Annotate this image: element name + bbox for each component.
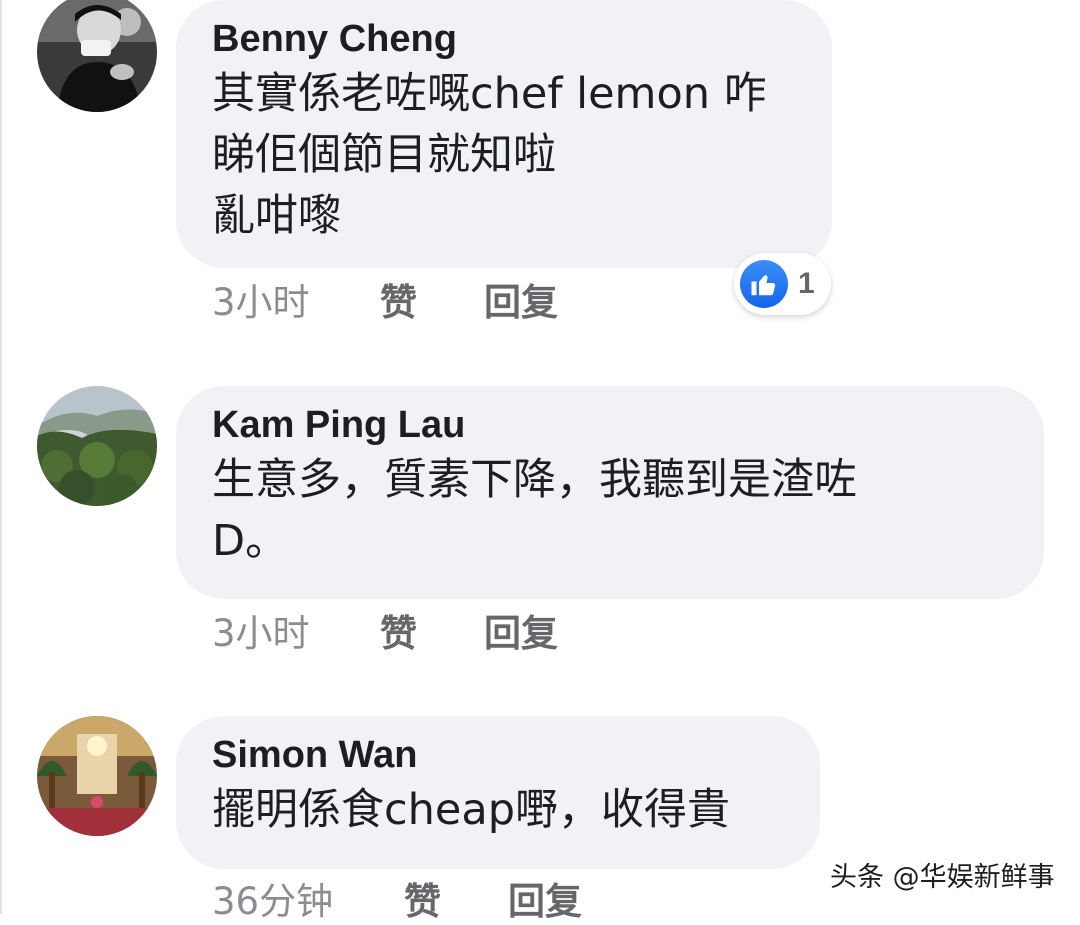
- comment-bubble: Kam Ping Lau 生意多，質素下降，我聽到是渣咗 D。: [176, 386, 1044, 599]
- comment-author[interactable]: Simon Wan: [212, 730, 782, 780]
- like-button[interactable]: 赞: [380, 603, 484, 657]
- like-button[interactable]: 赞: [404, 871, 508, 925]
- comment-bubble: Simon Wan 擺明係食cheap嘢，收得貴: [176, 716, 820, 869]
- comment-actions: 36分钟 赞 回复: [212, 873, 582, 923]
- reaction-count: 1: [798, 267, 815, 300]
- comment-text: 其實係老咗嘅chef lemon 咋 睇佢個節目就知啦 亂咁嚟: [212, 69, 767, 241]
- comment-author[interactable]: Benny Cheng: [212, 14, 794, 64]
- comment-timestamp[interactable]: 3小时: [212, 272, 380, 326]
- left-divider: [0, 0, 2, 914]
- person-drinking-avatar-icon: [37, 0, 157, 112]
- reply-button[interactable]: 回复: [484, 603, 558, 657]
- avatar[interactable]: [37, 716, 157, 836]
- comment-author[interactable]: Kam Ping Lau: [212, 400, 1006, 450]
- avatar[interactable]: [37, 386, 157, 506]
- hotel-lobby-avatar-icon: [37, 716, 157, 836]
- comment-text: 擺明係食cheap嘢，收得貴: [212, 785, 730, 835]
- comment-timestamp[interactable]: 3小时: [212, 603, 380, 657]
- avatar[interactable]: [37, 0, 157, 112]
- reply-button[interactable]: 回复: [508, 871, 582, 925]
- reaction-badge[interactable]: 1: [734, 253, 831, 315]
- comment-bubble: Benny Cheng 其實係老咗嘅chef lemon 咋 睇佢個節目就知啦 …: [176, 0, 832, 268]
- comment-actions: 3小时 赞 回复: [212, 605, 558, 655]
- watermark: 头条 @华娱新鲜事: [830, 862, 1055, 893]
- comment-actions: 3小时 赞 回复: [212, 274, 558, 324]
- comment-timestamp[interactable]: 36分钟: [212, 871, 404, 925]
- like-button[interactable]: 赞: [380, 272, 484, 326]
- comment-text: 生意多，質素下降，我聽到是渣咗 D。: [212, 455, 857, 566]
- thumbs-up-icon: [740, 260, 788, 308]
- landscape-avatar-icon: [37, 386, 157, 506]
- reply-button[interactable]: 回复: [484, 272, 558, 326]
